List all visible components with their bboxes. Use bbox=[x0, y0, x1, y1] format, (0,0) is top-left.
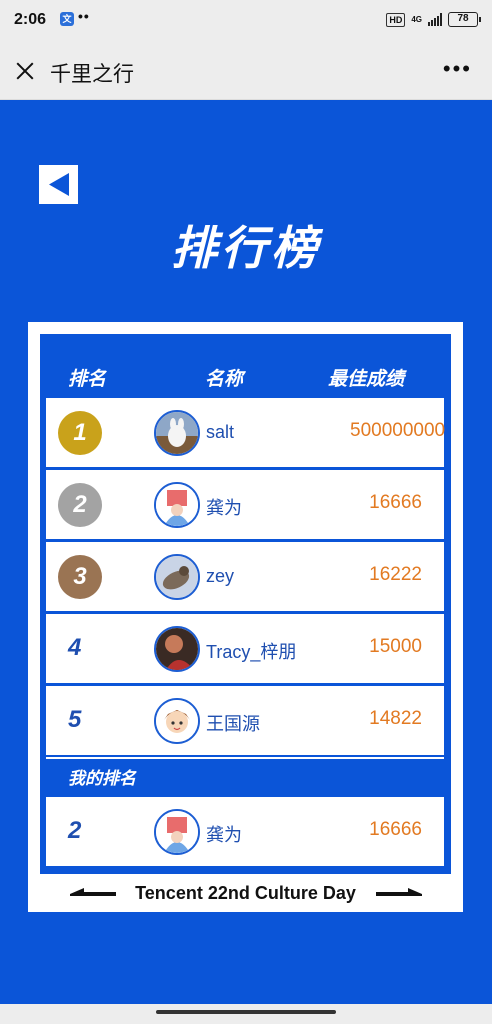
status-indicators: HD 4G 78 bbox=[386, 12, 481, 27]
silver-medal: 2 bbox=[58, 483, 102, 527]
table-row[interactable]: 1 salt 500000000 bbox=[46, 398, 446, 467]
section-divider bbox=[46, 757, 444, 759]
header-rank: 排名 bbox=[68, 368, 107, 390]
player-name: salt bbox=[206, 422, 235, 442]
player-score: 500000000 bbox=[350, 420, 446, 441]
cartoon-avatar bbox=[154, 809, 200, 855]
leaderboard-panel: 排名 名称 最佳成绩 1 salt 500000000 2 龚为 16666 3… bbox=[28, 322, 463, 912]
player-name: Tracy_梓朋 bbox=[206, 642, 297, 662]
table-row[interactable]: 2 龚为 16666 bbox=[46, 470, 444, 539]
title-bar: 千里之行 ••• bbox=[0, 42, 492, 100]
bronze-medal: 3 bbox=[58, 555, 102, 599]
leaderboard-inner: 排名 名称 最佳成绩 1 salt 500000000 2 龚为 16666 3… bbox=[40, 334, 451, 874]
translate-icon: 文 bbox=[60, 12, 74, 26]
hd-badge: HD bbox=[386, 12, 406, 27]
anime-boy-avatar bbox=[154, 698, 200, 744]
status-dots: •• bbox=[78, 8, 90, 24]
leaderboard-heading: 排行榜 bbox=[171, 221, 321, 275]
status-bar: 2:06 文 •• HD 4G 78 bbox=[0, 0, 492, 42]
network-label: 4G bbox=[411, 14, 422, 24]
cartoon-avatar bbox=[154, 482, 200, 528]
cat-photo-avatar bbox=[154, 554, 200, 600]
player-name: 王国源 bbox=[206, 714, 260, 734]
home-bar[interactable] bbox=[156, 1010, 336, 1014]
rank-number: 4 bbox=[68, 634, 82, 661]
back-button[interactable] bbox=[39, 165, 78, 204]
player-name: zey bbox=[206, 566, 235, 586]
gold-medal: 1 bbox=[58, 411, 102, 455]
player-score: 14822 bbox=[369, 708, 422, 729]
table-row[interactable]: 4 Tracy_梓朋 15000 bbox=[46, 614, 444, 683]
more-icon[interactable]: ••• bbox=[443, 58, 472, 80]
header-name: 名称 bbox=[205, 368, 244, 390]
my-rank-label: 我的排名 bbox=[68, 769, 136, 789]
table-row[interactable]: 3 zey 16222 bbox=[46, 542, 444, 611]
signal-icon bbox=[428, 13, 442, 26]
rank-number: 5 bbox=[68, 706, 82, 733]
player-name: 龚为 bbox=[206, 825, 242, 845]
status-time: 2:06 bbox=[14, 11, 47, 28]
player-score: 16666 bbox=[369, 492, 422, 513]
battery-level: 78 bbox=[457, 13, 469, 24]
page-title: 千里之行 bbox=[50, 62, 134, 86]
back-arrow-icon bbox=[49, 173, 69, 196]
rank-number: 2 bbox=[68, 817, 82, 844]
home-indicator bbox=[0, 1004, 492, 1024]
portrait-photo-avatar bbox=[154, 626, 200, 672]
player-score: 16666 bbox=[369, 819, 422, 840]
my-rank-row[interactable]: 2 龚为 16666 bbox=[46, 797, 444, 866]
player-score: 15000 bbox=[369, 636, 422, 657]
white-rabbit-avatar bbox=[154, 410, 200, 456]
player-name: 龚为 bbox=[206, 498, 242, 518]
header-score: 最佳成绩 bbox=[328, 368, 405, 390]
player-score: 16222 bbox=[369, 564, 422, 585]
battery-icon: 78 bbox=[448, 12, 481, 27]
table-row[interactable]: 5 王国源 14822 bbox=[46, 686, 444, 755]
right-arrow-icon bbox=[376, 888, 422, 896]
close-icon[interactable] bbox=[12, 58, 38, 84]
